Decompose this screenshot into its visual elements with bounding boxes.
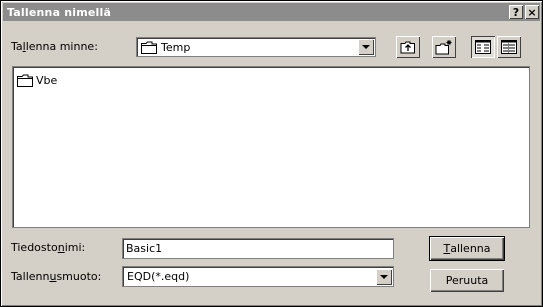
chevron-down-icon <box>362 45 370 49</box>
filetype-combo[interactable]: EQD(*.eqd) <box>122 266 394 287</box>
dialog-title: Tallenna nimellä <box>7 5 112 19</box>
up-one-level-icon <box>400 41 415 54</box>
folder-icon <box>17 74 33 87</box>
folder-icon <box>141 41 157 54</box>
title-bar[interactable]: Tallenna nimellä ? × <box>3 3 540 21</box>
details-view-button[interactable] <box>497 36 521 58</box>
filetype-value: EQD(*.eqd) <box>127 270 190 283</box>
save-button[interactable]: Tallenna <box>429 236 505 261</box>
filetype-dropdown-button[interactable] <box>376 268 392 285</box>
create-new-folder-button[interactable] <box>432 36 456 58</box>
new-folder-icon <box>435 40 452 55</box>
chevron-down-icon <box>380 274 388 279</box>
cancel-button[interactable]: Peruuta <box>430 269 504 292</box>
close-button[interactable]: × <box>525 5 539 19</box>
save-in-label: Tallenna minne: <box>11 40 98 53</box>
save-in-value: Temp <box>161 40 191 54</box>
details-view-icon <box>501 40 517 54</box>
up-one-level-button[interactable] <box>396 36 420 58</box>
list-view-icon <box>475 40 491 54</box>
filename-label: Tiedostonimi: <box>11 241 86 254</box>
save-in-combo[interactable]: Temp <box>136 37 376 57</box>
filetype-label: Tallennusmuoto: <box>11 270 102 283</box>
list-item-label: Vbe <box>36 74 58 87</box>
filename-field[interactable] <box>122 238 394 259</box>
save-in-dropdown-button[interactable] <box>358 39 374 55</box>
file-list[interactable]: Vbe <box>12 66 530 228</box>
help-button[interactable]: ? <box>509 5 523 19</box>
list-item[interactable]: Vbe <box>17 74 57 87</box>
save-as-dialog: Tallenna nimellä ? × Tallenna minne: Tem… <box>0 0 543 307</box>
list-view-button[interactable] <box>471 36 495 58</box>
filename-input[interactable] <box>123 242 393 255</box>
